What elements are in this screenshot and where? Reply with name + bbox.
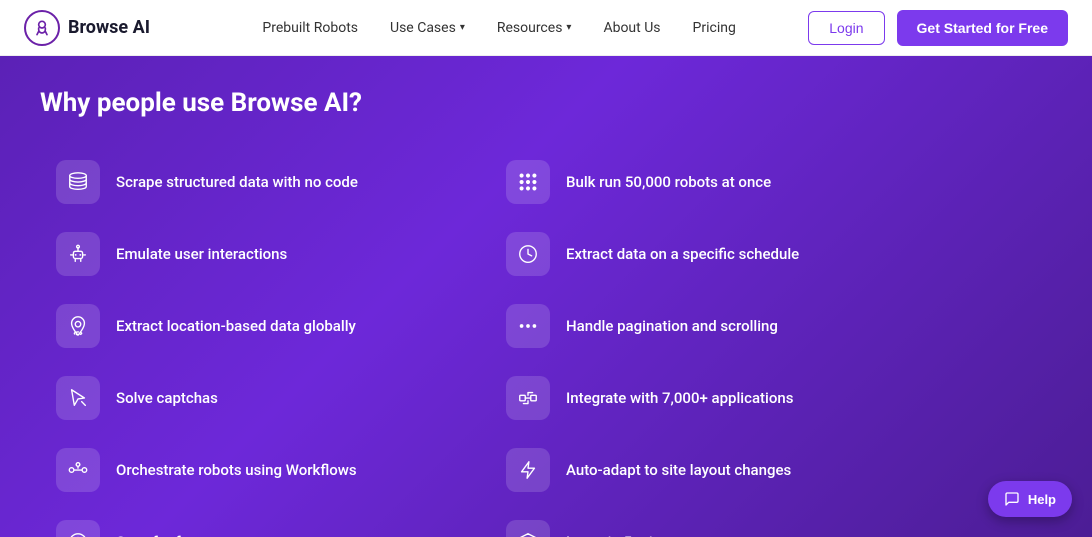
scrape-label: Scrape structured data with no code — [116, 173, 358, 191]
feature-item-pagination: Handle pagination and scrolling — [490, 290, 940, 362]
schedule-label: Extract data on a specific schedule — [566, 245, 799, 263]
schedule-icon-box — [506, 232, 550, 276]
database-icon — [67, 171, 89, 193]
auto-adapt-icon-box — [506, 448, 550, 492]
dollar-icon — [67, 531, 89, 537]
main-content: Why people use Browse AI? Scrape structu… — [0, 56, 1092, 537]
location-label: Extract location-based data globally — [116, 317, 356, 335]
login-button[interactable]: Login — [808, 11, 884, 45]
feature-item-scrape: Scrape structured data with no code — [40, 146, 490, 218]
feature-item-schedule: Extract data on a specific schedule — [490, 218, 940, 290]
scrape-icon-box — [56, 160, 100, 204]
feature-item-captcha: Solve captchas — [40, 362, 490, 434]
pagination-icon-box — [506, 304, 550, 348]
help-label: Help — [1028, 492, 1056, 507]
orchestrate-icon-box — [56, 448, 100, 492]
dots-icon — [517, 315, 539, 337]
learn-label: Learn in 5 minutes — [566, 533, 690, 537]
cursor-icon — [67, 387, 89, 409]
emulate-label: Emulate user interactions — [116, 245, 287, 263]
location-icon-box — [56, 304, 100, 348]
bulk-label: Bulk run 50,000 robots at once — [566, 173, 771, 191]
auto-adapt-label: Auto-adapt to site layout changes — [566, 461, 791, 479]
integrate-label: Integrate with 7,000+ applications — [566, 389, 793, 407]
feature-item-learn: Learn in 5 minutes — [490, 506, 940, 537]
feature-item-emulate: Emulate user interactions — [40, 218, 490, 290]
feature-item-bulk: Bulk run 50,000 robots at once — [490, 146, 940, 218]
logo-icon — [24, 10, 60, 46]
feature-item-orchestrate: Orchestrate robots using Workflows — [40, 434, 490, 506]
feature-item-auto-adapt: Auto-adapt to site layout changes — [490, 434, 940, 506]
grid-icon — [517, 171, 539, 193]
chat-icon — [1004, 491, 1020, 507]
navbar: Browse AI Prebuilt Robots Use Cases ▾ Re… — [0, 0, 1092, 56]
start-free-label: Start for free, pay as you grow — [116, 533, 317, 537]
chevron-down-icon: ▾ — [460, 22, 465, 33]
workflow-icon — [67, 459, 89, 481]
navbar-actions: Login Get Started for Free — [808, 10, 1068, 46]
feature-item-location: Extract location-based data globally — [40, 290, 490, 362]
bulk-icon-box — [506, 160, 550, 204]
chevron-down-icon: ▾ — [566, 22, 571, 33]
nav-pricing[interactable]: Pricing — [693, 20, 736, 36]
integrate-icon — [517, 387, 539, 409]
emulate-icon-box — [56, 232, 100, 276]
integrate-icon-box — [506, 376, 550, 420]
nav-resources[interactable]: Resources ▾ — [497, 20, 572, 36]
logo-text: Browse AI — [68, 17, 150, 38]
feature-item-start-free: Start for free, pay as you grow — [40, 506, 490, 537]
logo[interactable]: Browse AI — [24, 10, 150, 46]
graduation-icon — [517, 531, 539, 537]
get-started-button[interactable]: Get Started for Free — [897, 10, 1068, 46]
clock-icon — [517, 243, 539, 265]
feature-item-integrate: Integrate with 7,000+ applications — [490, 362, 940, 434]
captcha-label: Solve captchas — [116, 389, 218, 407]
start-free-icon-box — [56, 520, 100, 537]
pagination-label: Handle pagination and scrolling — [566, 317, 778, 335]
nav-use-cases[interactable]: Use Cases ▾ — [390, 20, 465, 36]
nav-links: Prebuilt Robots Use Cases ▾ Resources ▾ … — [190, 20, 808, 36]
captcha-icon-box — [56, 376, 100, 420]
orchestrate-label: Orchestrate robots using Workflows — [116, 461, 357, 479]
nav-about-us[interactable]: About Us — [603, 20, 660, 36]
learn-icon-box — [506, 520, 550, 537]
features-grid: Scrape structured data with no code Bulk… — [40, 146, 940, 537]
section-title: Why people use Browse AI? — [40, 88, 1052, 118]
lightning-icon — [517, 459, 539, 481]
location-icon — [67, 315, 89, 337]
robot-icon — [67, 243, 89, 265]
nav-prebuilt-robots[interactable]: Prebuilt Robots — [262, 20, 358, 36]
help-button[interactable]: Help — [988, 481, 1072, 517]
